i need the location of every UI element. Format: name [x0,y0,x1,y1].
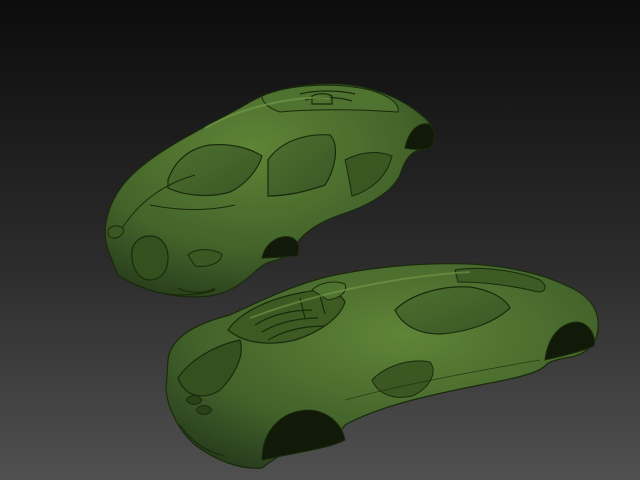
3d-viewport[interactable] [0,0,640,480]
viewport-canvas [0,0,640,480]
front-grille [131,235,169,281]
